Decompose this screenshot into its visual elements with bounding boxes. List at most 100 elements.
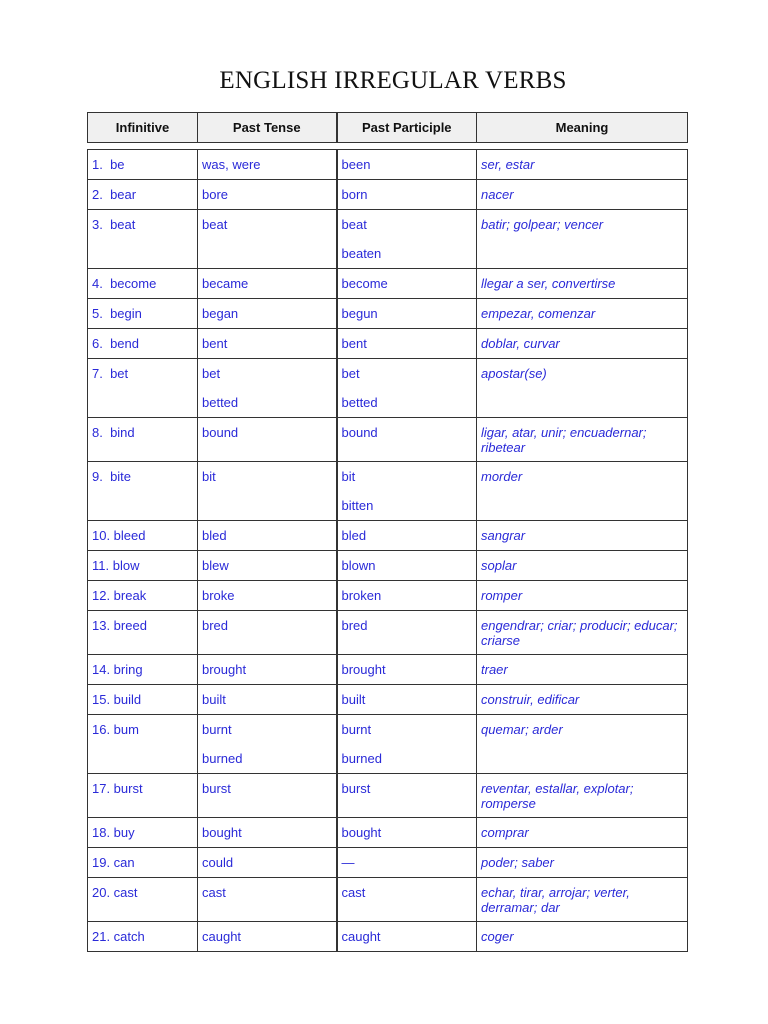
past-tense-cell: was, were xyxy=(197,149,337,180)
table-row: 19. can could — poder; saber xyxy=(87,847,688,878)
past-tense-cell: built xyxy=(197,684,337,715)
meaning-cell: echar, tirar, arrojar; verter, derramar;… xyxy=(476,877,688,922)
table-row: 3. beat beat beat beaten batir; golpear; ven… xyxy=(87,209,688,269)
meaning-cell: traer xyxy=(476,654,688,685)
past-tense-form: beat xyxy=(202,217,228,232)
infinitive-cell: 5. begin xyxy=(87,298,198,329)
past-participle-cell: brought xyxy=(335,654,477,685)
past-tense-form: burst xyxy=(202,781,231,796)
meaning-cell: construir, edificar xyxy=(476,684,688,715)
meaning-cell: nacer xyxy=(476,179,688,210)
header-infinitive: Infinitive xyxy=(87,112,198,143)
past-tense-cell: blew xyxy=(197,550,337,581)
past-participle-form: — xyxy=(341,855,355,870)
past-tense-form: bore xyxy=(202,187,229,202)
table-row: 6. bend bent bent doblar, curvar xyxy=(87,328,688,359)
past-participle-form: betted xyxy=(341,395,378,410)
meaning-cell: comprar xyxy=(476,817,688,848)
past-participle-form: burned xyxy=(341,751,382,766)
past-participle-form: brought xyxy=(341,662,386,677)
past-participle-form: begun xyxy=(341,306,378,321)
infinitive-cell: 20. cast xyxy=(87,877,198,922)
infinitive-cell: 9. bite xyxy=(87,461,198,521)
past-participle-cell: bled xyxy=(335,520,477,551)
past-tense-cell: bent xyxy=(197,328,337,359)
table-row: 15. build built built construir, edificar xyxy=(87,684,688,715)
past-tense-cell: began xyxy=(197,298,337,329)
past-tense-cell: bound xyxy=(197,417,337,462)
table-row: 17. burst burst burst reventar, estallar, e… xyxy=(87,773,688,818)
table-header: Infinitive Past Tense Past Participle Me… xyxy=(87,112,688,143)
table-row: 16. bum burnt burned burnt burned quemar; ard… xyxy=(87,714,688,774)
past-participle-cell: built xyxy=(335,684,477,715)
past-participle-cell: born xyxy=(335,179,477,210)
past-participle-cell: burst xyxy=(335,773,477,818)
past-participle-form: blown xyxy=(341,558,376,573)
past-tense-form: bet xyxy=(202,366,221,381)
meaning-cell: reventar, estallar, explotar; romperse xyxy=(476,773,688,818)
infinitive-cell: 6. bend xyxy=(87,328,198,359)
past-tense-cell: bought xyxy=(197,817,337,848)
table-row: 2. bear bore born nacer xyxy=(87,179,688,210)
past-participle-form: broken xyxy=(341,588,382,603)
past-tense-form: caught xyxy=(202,929,242,944)
past-participle-cell: caught xyxy=(335,921,477,952)
table-row: 20. cast cast cast echar, tirar, arrojar; v… xyxy=(87,877,688,922)
past-tense-form: became xyxy=(202,276,249,291)
header-meaning: Meaning xyxy=(476,112,688,143)
past-tense-form: was, were xyxy=(202,157,261,172)
meaning-cell: apostar(se) xyxy=(476,358,688,418)
infinitive-cell: 8. bind xyxy=(87,417,198,462)
past-participle-form: bound xyxy=(341,425,378,440)
past-tense-form: bred xyxy=(202,618,229,633)
past-tense-cell: bit xyxy=(197,461,337,521)
past-participle-form: been xyxy=(341,157,371,172)
meaning-cell: batir; golpear; vencer xyxy=(476,209,688,269)
past-participle-form: bit xyxy=(341,469,356,484)
table-row: 13. breed bred bred engendrar; criar; produ… xyxy=(87,610,688,655)
past-tense-form: could xyxy=(202,855,234,870)
past-participle-cell: begun xyxy=(335,298,477,329)
table-row: 4. become became become llegar a ser, conve… xyxy=(87,268,688,299)
past-tense-form: bought xyxy=(202,825,242,840)
past-participle-form: cast xyxy=(341,885,366,900)
past-tense-cell: burnt burned xyxy=(197,714,337,774)
meaning-cell: llegar a ser, convertirse xyxy=(476,268,688,299)
infinitive-cell: 3. beat xyxy=(87,209,198,269)
infinitive-cell: 1. be xyxy=(87,149,198,180)
past-participle-cell: bent xyxy=(335,328,477,359)
table-row: 14. bring brought brought traer xyxy=(87,654,688,685)
past-participle-cell: bound xyxy=(335,417,477,462)
meaning-cell: ligar, atar, unir; encuadernar; ribetear xyxy=(476,417,688,462)
table-row: 12. break broke broken romper xyxy=(87,580,688,611)
document-title: ENGLISH IRREGULAR VERBS xyxy=(219,67,567,94)
past-participle-form: bent xyxy=(341,336,367,351)
past-tense-form: built xyxy=(202,692,226,707)
past-tense-form: bent xyxy=(202,336,228,351)
verbs-table: 1. be was, were been ser, estar 2. bear bore b… xyxy=(87,149,688,952)
past-participle-form: beat xyxy=(341,217,367,232)
infinitive-cell: 7. bet xyxy=(87,358,198,418)
table-row: 7. bet bet betted bet betted apostar(se) xyxy=(87,358,688,418)
past-participle-form: bet xyxy=(341,366,360,381)
past-tense-form: broke xyxy=(202,588,235,603)
past-participle-cell: beat beaten xyxy=(335,209,477,269)
meaning-cell: romper xyxy=(476,580,688,611)
past-tense-form: burned xyxy=(202,751,243,766)
past-tense-cell: cast xyxy=(197,877,337,922)
infinitive-cell: 18. buy xyxy=(87,817,198,848)
table-row: 8. bind bound bound ligar, atar, unir; encu… xyxy=(87,417,688,462)
header-past-participle: Past Participle xyxy=(335,112,477,143)
infinitive-cell: 17. burst xyxy=(87,773,198,818)
past-tense-cell: bet betted xyxy=(197,358,337,418)
table-row: 18. buy bought bought comprar xyxy=(87,817,688,848)
past-participle-form: burnt xyxy=(341,722,372,737)
past-tense-cell: bore xyxy=(197,179,337,210)
past-participle-form: beaten xyxy=(341,246,382,261)
past-tense-cell: could xyxy=(197,847,337,878)
header-past-tense: Past Tense xyxy=(197,112,337,143)
past-participle-form: built xyxy=(341,692,366,707)
past-tense-cell: bled xyxy=(197,520,337,551)
infinitive-cell: 21. catch xyxy=(87,921,198,952)
past-tense-cell: broke xyxy=(197,580,337,611)
